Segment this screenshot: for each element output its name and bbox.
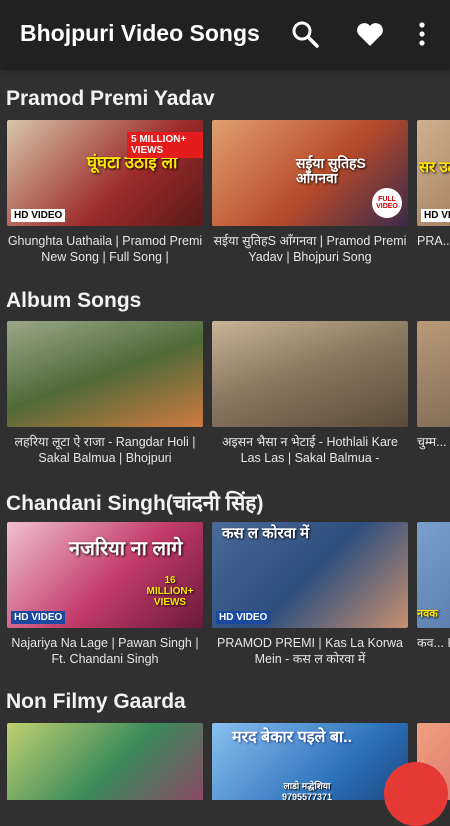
views-badge: 5 MILLION+ VIEWS	[127, 132, 203, 158]
video-card[interactable]: सर उठा HD VI PRA... - दर...	[417, 120, 450, 265]
video-thumbnail[interactable]: नवक	[417, 522, 450, 628]
video-caption: PRAMOD PREMI | Kas La Korwa Mein - कस ल …	[217, 636, 403, 666]
video-caption: चुम्म... Son...	[417, 435, 450, 449]
section-title: Chandani Singh(चांदनी सिंह)	[6, 492, 264, 515]
video-card[interactable]	[7, 723, 203, 800]
video-thumbnail[interactable]: सईया सुतिहS आँगनवा FULL VIDEO	[212, 120, 408, 226]
video-thumbnail[interactable]	[7, 723, 203, 800]
video-thumbnail[interactable]	[212, 321, 408, 427]
video-card[interactable]: नवक कव... Kaw...	[417, 522, 450, 667]
video-card[interactable]: घूंघटा उठाई ला 5 MILLION+ VIEWS HD VIDEO…	[7, 120, 203, 265]
video-caption: Ghunghta Uathaila | Pramod Premi New Son…	[7, 234, 203, 264]
video-row[interactable]: लहरिया लूटा ऐ राजा - Rangdar Holi | Saka…	[0, 321, 450, 481]
thumbnail-title: कस ल कोरवा में	[222, 525, 310, 542]
video-thumbnail[interactable]: मरद बेकार पइले बा.. लाडो मद्धेशिया 97955…	[212, 723, 408, 800]
video-caption: लहरिया लूटा ऐ राजा - Rangdar Holi | Saka…	[14, 435, 196, 465]
video-thumbnail[interactable]: घूंघटा उठाई ला 5 MILLION+ VIEWS HD VIDEO	[7, 120, 203, 226]
video-card[interactable]: नजरिया ना लागे 16 MILLION+ VIEWS HD VIDE…	[7, 522, 203, 667]
thumbnail-title: नवक	[417, 608, 438, 620]
floating-action-button[interactable]	[384, 762, 448, 826]
full-video-badge: FULL VIDEO	[372, 188, 402, 218]
favorites-heart-icon[interactable]	[353, 17, 387, 51]
section-title: Album Songs	[6, 289, 142, 312]
video-card[interactable]: लहरिया लूटा ऐ राजा - Rangdar Holi | Saka…	[7, 321, 203, 466]
thumbnail-title: सर उठा	[419, 159, 450, 176]
video-row[interactable]: नजरिया ना लागे 16 MILLION+ VIEWS HD VIDE…	[0, 522, 450, 682]
views-badge: 16 MILLION+ VIEWS	[146, 575, 194, 608]
hd-badge: HD VI	[421, 209, 450, 222]
thumbnail-title: नजरिया ना लागे	[69, 538, 183, 560]
section-title: Pramod Premi Yadav	[6, 87, 215, 110]
video-caption: सईया सुतिहS आँगनवा | Pramod Premi Yadav …	[213, 234, 407, 264]
more-options-icon[interactable]	[405, 17, 439, 51]
hd-badge: HD VIDEO	[216, 611, 271, 624]
video-row[interactable]: मरद बेकार पइले बा.. लाडो मद्धेशिया 97955…	[0, 723, 450, 800]
hd-badge: HD VIDEO	[11, 209, 66, 222]
thumbnail-title: सईया सुतिहS आँगनवा	[296, 155, 366, 187]
app-title: Bhojpuri Video Songs	[20, 20, 260, 46]
video-card[interactable]: कस ल कोरवा में HD VIDEO PRAMOD PREMI | K…	[212, 522, 408, 667]
video-caption: अइसन भैसा न भेटाई - Hothlali Kare Las La…	[221, 435, 399, 465]
video-card[interactable]: चुम्म... Son...	[417, 321, 450, 466]
singer-badge: लाडो मद्धेशिया 9795577371	[281, 781, 333, 800]
video-row[interactable]: घूंघटा उठाई ला 5 MILLION+ VIEWS HD VIDEO…	[0, 120, 450, 280]
video-card[interactable]: अइसन भैसा न भेटाई - Hothlali Kare Las La…	[212, 321, 408, 466]
video-thumbnail[interactable]	[417, 321, 450, 427]
video-thumbnail[interactable]	[7, 321, 203, 427]
section-title: Non Filmy Gaarda	[6, 690, 186, 713]
video-card[interactable]: सईया सुतिहS आँगनवा FULL VIDEO सईया सुतिह…	[212, 120, 408, 265]
video-caption: Najariya Na Lage | Pawan Singh | Ft. Cha…	[11, 636, 199, 666]
app-bar: Bhojpuri Video Songs	[0, 0, 450, 68]
hd-badge: HD VIDEO	[11, 611, 66, 624]
video-thumbnail[interactable]: नजरिया ना लागे 16 MILLION+ VIEWS HD VIDE…	[7, 522, 203, 628]
search-icon[interactable]	[288, 17, 322, 51]
video-thumbnail[interactable]: सर उठा HD VI	[417, 120, 450, 226]
video-caption: कव... Kaw...	[417, 636, 450, 650]
video-card[interactable]: मरद बेकार पइले बा.. लाडो मद्धेशिया 97955…	[212, 723, 408, 800]
thumbnail-title: मरद बेकार पइले बा..	[232, 729, 353, 746]
video-thumbnail[interactable]: कस ल कोरवा में HD VIDEO	[212, 522, 408, 628]
video-caption: PRA... - दर...	[417, 234, 450, 248]
